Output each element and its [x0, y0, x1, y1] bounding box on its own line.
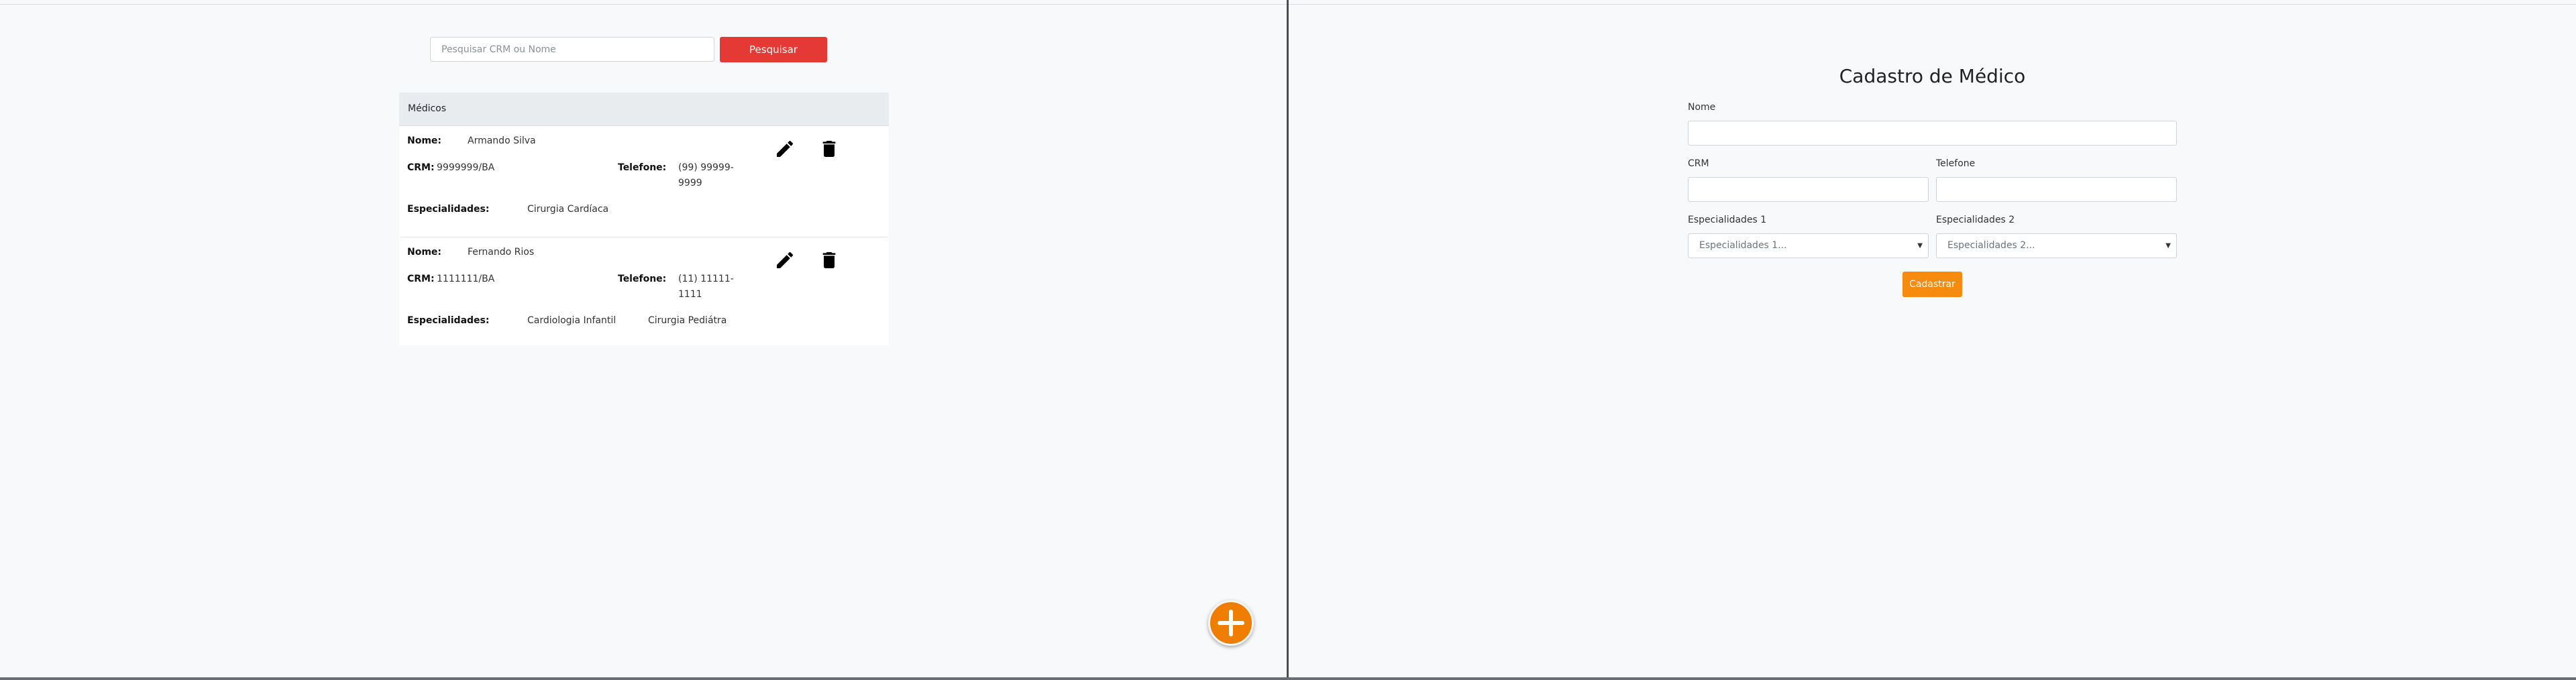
specialties-label: Especialidades: — [407, 204, 490, 215]
specialty-1-select[interactable]: Especialidades 1... ▼ — [1688, 233, 1929, 258]
caret-down-icon: ▼ — [2165, 242, 2171, 249]
specialties-label: Especialidades: — [407, 315, 490, 326]
name-field[interactable] — [1688, 121, 2177, 146]
doctor-phone-line2: 9999 — [678, 178, 702, 188]
crm-field[interactable] — [1688, 177, 1929, 202]
phone-label: Telefone: — [618, 274, 667, 284]
phone-field-label: Telefone — [1936, 158, 1976, 169]
doctor-list-header: Médicos — [399, 93, 889, 126]
name-field-label: Nome — [1688, 102, 1716, 113]
doctor-name: Fernando Rios — [468, 247, 535, 258]
form-title: Cadastro de Médico — [1839, 65, 2026, 87]
crm-label: CRM: — [407, 162, 435, 173]
doctor-list-item: Nome: Fernando Rios CRM: 1111111/BA Tele… — [399, 237, 889, 345]
specialty-2-select[interactable]: Especialidades 2... ▼ — [1936, 233, 2177, 258]
doctor-specialty-1: Cardiologia Infantil — [527, 315, 616, 326]
phone-field[interactable] — [1936, 177, 2177, 202]
pencil-icon[interactable] — [771, 135, 798, 162]
name-label: Nome: — [407, 247, 442, 258]
name-label: Nome: — [407, 135, 442, 146]
submit-button[interactable]: Cadastrar — [1902, 272, 1962, 297]
specialty-1-selected: Especialidades 1... — [1699, 240, 1787, 251]
doctor-specialty-1: Cirurgia Cardíaca — [527, 204, 609, 215]
doctor-phone-line2: 1111 — [678, 289, 702, 300]
trash-icon[interactable] — [816, 247, 843, 274]
doctor-crm: 1111111/BA — [437, 274, 495, 284]
doctor-list-item: Nome: Armando Silva CRM: 9999999/BA Tele… — [399, 126, 889, 237]
doctor-name: Armando Silva — [468, 135, 536, 146]
crm-field-label: CRM — [1688, 158, 1709, 169]
pane-divider — [1287, 0, 1289, 680]
specialty-2-label: Especialidades 2 — [1936, 215, 2015, 225]
pencil-icon[interactable] — [771, 247, 798, 274]
bottom-border — [0, 677, 2576, 680]
doctor-crm: 9999999/BA — [437, 162, 495, 173]
specialty-2-selected: Especialidades 2... — [1947, 240, 2035, 251]
phone-label: Telefone: — [618, 162, 667, 173]
doctor-phone-line1: (11) 11111- — [678, 274, 734, 284]
search-input[interactable] — [430, 37, 714, 62]
specialty-1-label: Especialidades 1 — [1688, 215, 1767, 225]
add-doctor-button[interactable] — [1208, 600, 1254, 646]
doctor-list-card: Médicos Nome: Armando Silva CRM: 9999999… — [399, 93, 889, 345]
doctor-specialty-2: Cirurgia Pediátra — [648, 315, 727, 326]
plus-icon — [1218, 610, 1244, 636]
doctor-phone-line1: (99) 99999- — [678, 162, 734, 173]
crm-label: CRM: — [407, 274, 435, 284]
caret-down-icon: ▼ — [1917, 242, 1923, 249]
search-button[interactable]: Pesquisar — [720, 37, 827, 62]
trash-icon[interactable] — [816, 135, 843, 162]
